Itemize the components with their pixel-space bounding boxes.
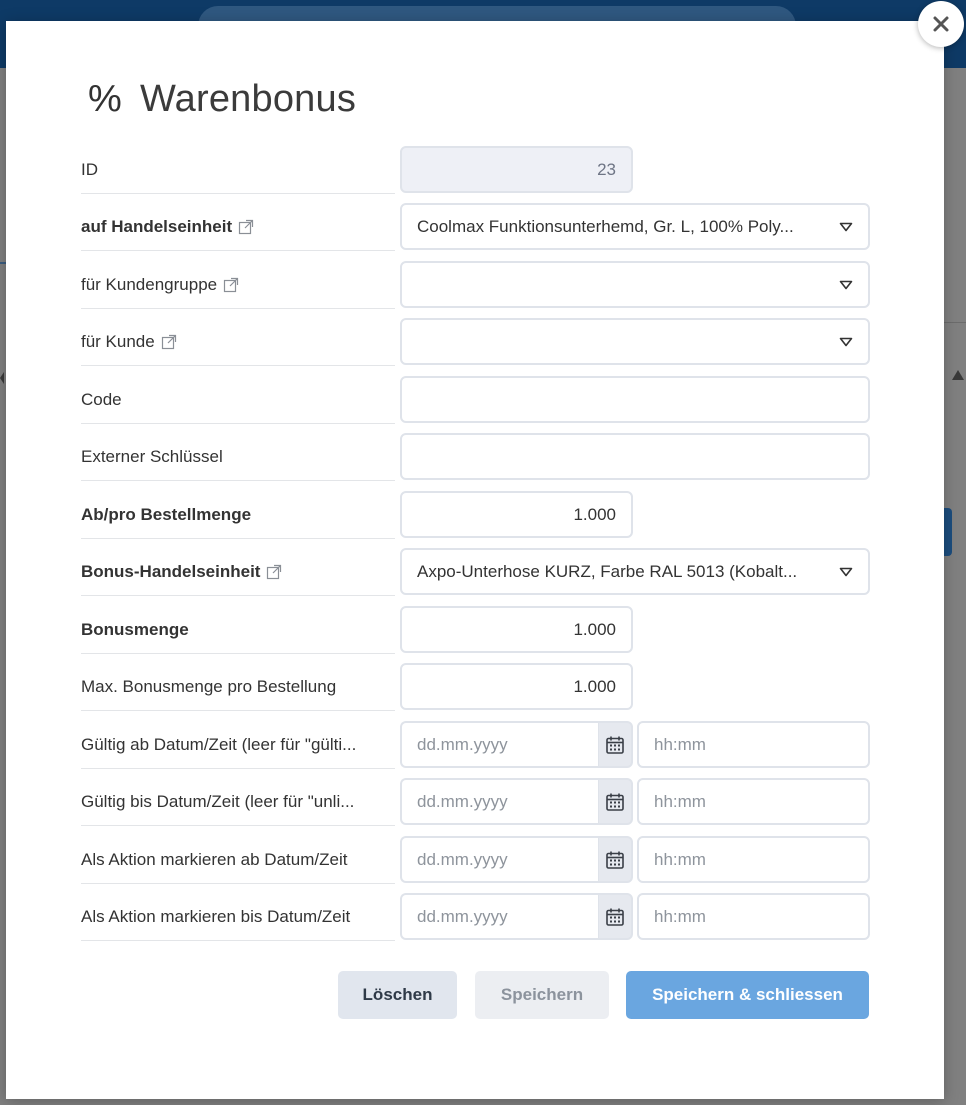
save-and-close-button[interactable]: Speichern & schliessen [626, 971, 869, 1019]
externer-schluessel-input[interactable] [400, 433, 870, 480]
aktion-ab-label: Als Aktion markieren ab Datum/Zeit [81, 837, 395, 884]
bonusmenge-label: Bonusmenge [81, 607, 395, 654]
background-button [944, 508, 952, 556]
row-externer-schluessel: Externer Schlüssel [81, 433, 871, 482]
gueltig-bis-label: Gültig bis Datum/Zeit (leer für "unli... [81, 779, 395, 826]
calendar-icon [606, 908, 624, 926]
row-kundengruppe: für Kundengruppe [81, 261, 871, 310]
aktion-bis-date-input[interactable]: dd.mm.yyyy [400, 893, 600, 940]
gueltig-bis-time-input[interactable]: hh:mm [637, 778, 870, 825]
dropdown-arrow-icon [839, 562, 853, 582]
row-kunde: für Kunde [81, 318, 871, 367]
gueltig-ab-date-input[interactable]: dd.mm.yyyy [400, 721, 600, 768]
code-label: Code [81, 377, 395, 424]
bonus-handelseinheit-select[interactable]: Axpo-Unterhose KURZ, Farbe RAL 5013 (Kob… [400, 548, 870, 595]
dropdown-arrow-icon [839, 275, 853, 295]
gueltig-bis-date-group: dd.mm.yyyy [400, 778, 633, 825]
aktion-ab-date-group: dd.mm.yyyy [400, 836, 633, 883]
background-divider [944, 322, 966, 323]
row-handelseinheit: auf Handelseinheit Coolmax Funktionsunte… [81, 203, 871, 252]
bestellmenge-input[interactable]: 1.000 [400, 491, 633, 538]
dropdown-arrow-icon [839, 332, 853, 352]
gueltig-ab-label: Gültig ab Datum/Zeit (leer für "gülti... [81, 722, 395, 769]
kundengruppe-select[interactable] [400, 261, 870, 308]
row-bonus-handelseinheit: Bonus-Handelseinheit Axpo-Unterhose KURZ… [81, 548, 871, 597]
aktion-bis-date-group: dd.mm.yyyy [400, 893, 633, 940]
bonus-handelseinheit-value: Axpo-Unterhose KURZ, Farbe RAL 5013 (Kob… [417, 561, 798, 581]
calendar-button[interactable] [598, 893, 633, 940]
kundengruppe-label: für Kundengruppe [81, 262, 395, 309]
kunde-select[interactable] [400, 318, 870, 365]
external-link-icon[interactable] [266, 564, 282, 580]
aktion-ab-time-input[interactable]: hh:mm [637, 836, 870, 883]
dialog-title: % Warenbonus [88, 75, 356, 123]
row-gueltig-bis: Gültig bis Datum/Zeit (leer für "unli...… [81, 778, 871, 827]
row-code: Code [81, 376, 871, 425]
gueltig-ab-date-group: dd.mm.yyyy [400, 721, 633, 768]
background-arrow-icon [0, 372, 4, 384]
external-link-icon[interactable] [161, 334, 177, 350]
row-gueltig-ab: Gültig ab Datum/Zeit (leer für "gülti...… [81, 721, 871, 770]
handelseinheit-label: auf Handelseinheit [81, 204, 395, 251]
max-bonusmenge-label: Max. Bonusmenge pro Bestellung [81, 664, 395, 711]
code-input[interactable] [400, 376, 870, 423]
row-id: ID 23 [81, 146, 871, 195]
close-button[interactable] [918, 1, 964, 47]
row-aktion-ab: Als Aktion markieren ab Datum/Zeit dd.mm… [81, 836, 871, 885]
dropdown-arrow-icon [839, 217, 853, 237]
id-label: ID [81, 147, 395, 194]
bonus-handelseinheit-label: Bonus-Handelseinheit [81, 549, 395, 596]
row-max-bonusmenge: Max. Bonusmenge pro Bestellung 1.000 [81, 663, 871, 712]
gueltig-bis-date-input[interactable]: dd.mm.yyyy [400, 778, 600, 825]
calendar-button[interactable] [598, 721, 633, 768]
aktion-bis-time-input[interactable]: hh:mm [637, 893, 870, 940]
background-sort-icon [952, 370, 964, 380]
close-icon [933, 16, 949, 32]
external-link-icon[interactable] [223, 277, 239, 293]
handelseinheit-value: Coolmax Funktionsunterhemd, Gr. L, 100% … [417, 216, 794, 236]
gueltig-ab-time-input[interactable]: hh:mm [637, 721, 870, 768]
aktion-bis-label: Als Aktion markieren bis Datum/Zeit [81, 894, 395, 941]
bestellmenge-label: Ab/pro Bestellmenge [81, 492, 395, 539]
calendar-icon [606, 851, 624, 869]
calendar-icon [606, 736, 624, 754]
row-bonusmenge: Bonusmenge 1.000 [81, 606, 871, 655]
max-bonusmenge-input[interactable]: 1.000 [400, 663, 633, 710]
row-aktion-bis: Als Aktion markieren bis Datum/Zeit dd.m… [81, 893, 871, 942]
calendar-button[interactable] [598, 778, 633, 825]
aktion-ab-date-input[interactable]: dd.mm.yyyy [400, 836, 600, 883]
save-button[interactable]: Speichern [475, 971, 609, 1019]
id-field: 23 [400, 146, 633, 193]
handelseinheit-select[interactable]: Coolmax Funktionsunterhemd, Gr. L, 100% … [400, 203, 870, 250]
kunde-label: für Kunde [81, 319, 395, 366]
external-link-icon[interactable] [238, 219, 254, 235]
externer-schluessel-label: Externer Schlüssel [81, 434, 395, 481]
dialog-title-text: Warenbonus [140, 77, 357, 120]
calendar-icon [606, 793, 624, 811]
delete-button[interactable]: Löschen [338, 971, 457, 1019]
warenbonus-dialog: % Warenbonus ID 23 auf Handelseinheit Co… [6, 21, 944, 1099]
bonusmenge-input[interactable]: 1.000 [400, 606, 633, 653]
percent-icon: % [88, 77, 122, 120]
calendar-button[interactable] [598, 836, 633, 883]
row-bestellmenge: Ab/pro Bestellmenge 1.000 [81, 491, 871, 540]
